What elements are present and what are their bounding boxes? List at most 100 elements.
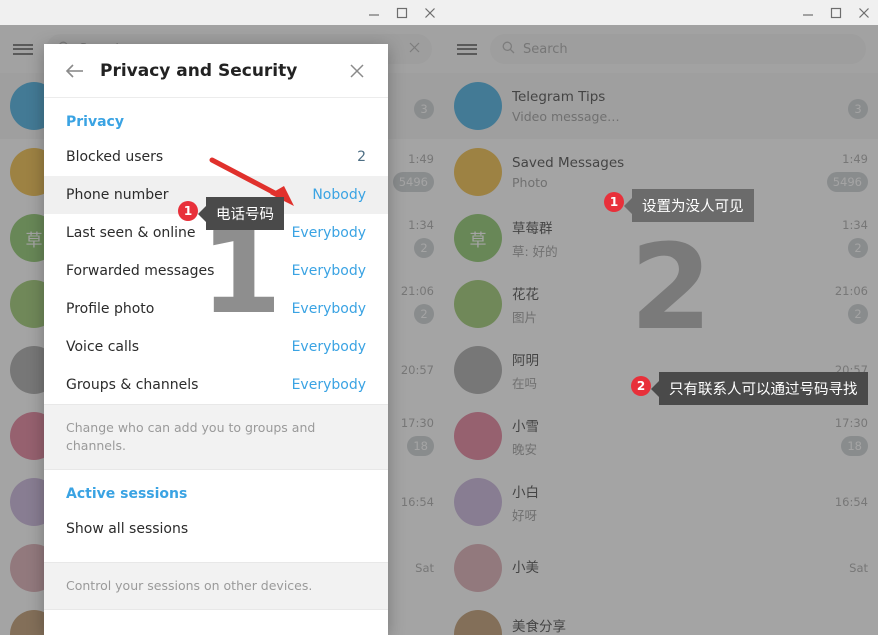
chat-item-text: 小美 (502, 556, 824, 580)
search-clear-icon[interactable] (409, 42, 420, 57)
unread-badge: 2 (848, 304, 868, 324)
unread-badge: 2 (414, 304, 434, 324)
close-icon[interactable] (416, 0, 444, 25)
avatar (454, 280, 502, 328)
chat-item-meta: 1:49 5496 (390, 152, 434, 192)
avatar (454, 478, 502, 526)
chat-list-item[interactable]: 花花图片 21:06 2 (444, 271, 878, 337)
chat-item-name: 美食分享 (512, 618, 566, 635)
chat-item-preview: 草: 好的 (512, 243, 558, 259)
show-all-sessions-row[interactable]: Show all sessions (44, 510, 388, 548)
privacy-setting-value[interactable]: Everybody (292, 339, 366, 355)
chat-item-meta: 16:54 (390, 495, 434, 509)
maximize-icon[interactable] (388, 0, 416, 25)
close-icon[interactable] (850, 0, 878, 25)
avatar (454, 148, 502, 196)
chat-item-meta: 17:30 18 (390, 416, 434, 456)
chat-item-timestamp: 1:34 (842, 218, 868, 232)
chat-item-meta: 21:06 2 (390, 284, 434, 324)
titlebar-right (444, 0, 878, 25)
chat-item-name: Saved Messages (512, 154, 625, 171)
privacy-setting-row[interactable]: Profile photo Everybody (44, 290, 388, 328)
privacy-dialog-header: Privacy and Security (44, 44, 388, 98)
privacy-setting-value[interactable]: Everybody (292, 377, 366, 393)
chat-item-timestamp: 1:34 (408, 218, 434, 232)
avatar (454, 544, 502, 592)
chat-item-timestamp: 16:54 (400, 495, 434, 509)
chat-item-timestamp: Sat (415, 561, 434, 575)
search-icon (502, 41, 515, 58)
chat-item-text: 美食分享KM_… (502, 615, 824, 635)
unread-badge: 5496 (826, 172, 868, 192)
privacy-setting-value[interactable]: Everybody (292, 263, 366, 279)
search-input[interactable]: Search (490, 34, 866, 64)
tooltip-phone-number: 电话号码 (206, 197, 284, 230)
chat-item-preview: 好呀 (512, 507, 538, 523)
search-placeholder: Search (523, 41, 568, 57)
close-icon[interactable] (342, 56, 372, 86)
titlebar-left (0, 0, 444, 25)
chat-item-name: 花花 (512, 286, 539, 303)
chat-list-item[interactable]: Telegram Tips Video message… 3 (444, 73, 878, 139)
screenshot-root: Search Telegram Tips Video message… 3 Saved… (0, 0, 878, 635)
chat-item-meta: 3 (824, 93, 868, 119)
privacy-setting-value[interactable]: 2 (357, 149, 366, 165)
maximize-icon[interactable] (822, 0, 850, 25)
chat-item-meta: 3 (390, 93, 434, 119)
unread-badge: 18 (841, 436, 868, 456)
avatar (454, 346, 502, 394)
chat-item-timestamp: 17:30 (400, 416, 434, 430)
chat-item-timestamp: Sat (849, 561, 868, 575)
back-arrow-icon[interactable] (60, 56, 90, 86)
privacy-setting-value[interactable]: Nobody (312, 187, 366, 203)
telegram-window-right: Search Telegram Tips Video message… 3 Saved… (444, 0, 878, 635)
chat-list-item[interactable]: 小白好呀 16:54 (444, 469, 878, 535)
chat-item-name: 小白 (512, 484, 539, 501)
groups-note: Change who can add you to groups and cha… (44, 404, 388, 471)
minimize-icon[interactable] (794, 0, 822, 25)
chat-item-name: 阿明 (512, 352, 539, 369)
avatar (454, 82, 502, 130)
chat-item-meta: Sat (390, 561, 434, 575)
chat-item-text: 小雪晚安 (502, 415, 824, 458)
chat-item-name: 小美 (512, 560, 539, 576)
privacy-setting-row[interactable]: Forwarded messages Everybody (44, 252, 388, 290)
privacy-setting-label: Blocked users (66, 149, 164, 165)
chat-item-timestamp: 1:49 (408, 152, 434, 166)
chat-item-preview: 图片 (512, 309, 538, 325)
chat-item-preview: 晚安 (512, 441, 538, 457)
privacy-setting-value[interactable]: Everybody (292, 225, 366, 241)
privacy-setting-row[interactable]: Blocked users 2 (44, 138, 388, 176)
chat-list-item[interactable]: 小雪晚安 17:30 18 (444, 403, 878, 469)
chat-item-meta: 17:30 18 (824, 416, 868, 456)
chat-item-timestamp: 20:57 (400, 363, 434, 377)
tooltip-only-contacts-find: 只有联系人可以通过号码寻找 (659, 372, 868, 405)
app-header: Search (444, 25, 878, 73)
chat-item-meta: 1:34 2 (824, 218, 868, 258)
chat-list-item[interactable]: 小美 Sat (444, 535, 878, 601)
sessions-note: Control your sessions on other devices. (44, 562, 388, 611)
hamburger-menu-icon[interactable] (0, 25, 46, 73)
unread-badge: 2 (848, 238, 868, 258)
chat-item-meta: 1:49 5496 (824, 152, 868, 192)
chat-item-timestamp: 1:49 (842, 152, 868, 166)
hamburger-menu-icon[interactable] (444, 25, 490, 73)
chat-item-meta: 16:54 (824, 495, 868, 509)
unread-badge: 5496 (392, 172, 434, 192)
section-privacy-header: Privacy (66, 114, 124, 130)
privacy-settings-list[interactable]: Blocked users 2 Phone number Nobody Last see… (44, 138, 388, 404)
privacy-setting-label: Groups & channels (66, 377, 199, 393)
chat-item-meta: 21:06 2 (824, 284, 868, 324)
chat-item-text: Saved Messages Photo (502, 155, 824, 190)
privacy-setting-row[interactable]: Groups & channels Everybody (44, 366, 388, 404)
page-title: Privacy and Security (100, 60, 298, 81)
privacy-setting-row[interactable]: Voice calls Everybody (44, 328, 388, 366)
minimize-icon[interactable] (360, 0, 388, 25)
chat-list-right[interactable]: Telegram Tips Video message… 3 Saved Messag… (444, 73, 878, 635)
privacy-setting-value[interactable]: Everybody (292, 301, 366, 317)
chat-item-preview: Photo (512, 174, 548, 190)
chat-item-name: Telegram Tips (512, 88, 606, 105)
telegram-window-left: Search Telegram TipsVideo message…3Saved… (0, 0, 444, 635)
chat-list-item[interactable]: 美食分享KM_… (444, 601, 878, 635)
privacy-setting-label: Profile photo (66, 301, 155, 317)
